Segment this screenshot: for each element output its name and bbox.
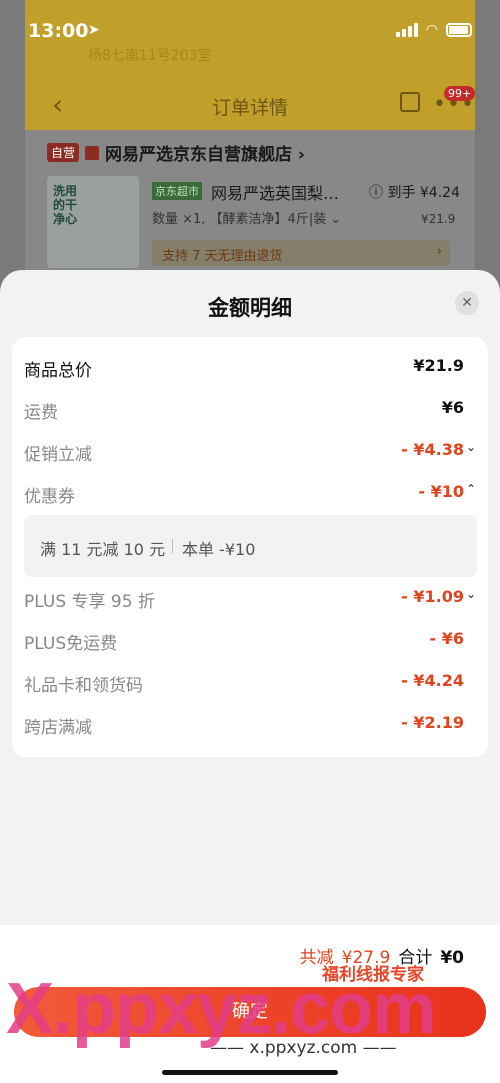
row-value: - ¥1.09 [401,587,464,606]
row-value: - ¥4.38 [401,440,464,459]
divider [172,539,173,553]
total-value: ¥0 [440,948,464,968]
product-title[interactable]: 网易严选英国梨… [211,180,339,204]
row-coupon[interactable]: 优惠券 - ¥10 ⌃ [24,477,476,507]
row-gift-card: 礼品卡和领货码 - ¥4.24 [24,666,464,696]
row-label: 运费 [24,403,58,423]
row-value: - ¥4.24 [401,671,464,690]
row-goods-total: 商品总价 ¥21.9 [24,351,464,381]
chevron-up-icon: ⌃ [465,482,476,496]
jd-supermarket-tag: 京东超市 [152,182,202,200]
product-unit-price: ¥21.9 [421,212,456,226]
location-arrow-icon: ➤ [88,22,100,38]
chart-bars-icon [85,145,100,160]
row-label: 礼品卡和领货码 [24,676,143,696]
row-label: 优惠券 [24,487,75,507]
row-label: 商品总价 [24,361,92,381]
sheet-title: 金额明细 [208,296,292,320]
status-icons: ◠ [395,22,472,38]
product-quantity[interactable]: 数量 ×1, 【酵素洁净】4斤|装 ⌄ [152,208,341,227]
row-label: PLUS 专享 95 折 [24,592,155,612]
watermark-url: —— x.ppxyz.com —— [210,1038,397,1058]
product-final-price: ⓘ 到手 ¥4.24 [369,185,460,201]
row-label: PLUS免运费 [24,634,118,654]
status-time: 13:00 [28,20,89,42]
home-indicator [162,1070,338,1075]
row-value: - ¥6 [429,629,464,648]
coupon-applied: 本单 -¥10 [182,540,256,559]
notification-badge: 99+ [444,86,476,101]
chevron-down-icon: ⌄ [465,587,476,601]
row-cross-store: 跨店满减 - ¥2.19 [24,708,464,738]
return-policy-text: 支持 7 天无理由退货 [162,249,283,264]
coupon-condition: 满 11 元减 10 元 [40,540,166,559]
row-value: - ¥2.19 [401,713,464,732]
nav-title: 订单详情 [211,97,288,119]
wifi-icon: ◠ [425,22,438,38]
row-plus-discount[interactable]: PLUS 专享 95 折 - ¥1.09 ⌄ [24,582,476,612]
self-operated-tag: 自营 [47,143,80,162]
coupon-detail: 满 11 元减 10 元 本单 -¥10 [24,515,477,577]
return-policy-bar[interactable]: 支持 7 天无理由退货 › [152,240,450,266]
product-image-text: 洗用的干净心 [53,184,78,226]
row-label: 跨店满减 [24,718,92,738]
close-icon[interactable]: ✕ [455,291,479,315]
row-value: ¥6 [441,398,464,417]
row-label: 促销立减 [24,445,92,465]
row-promotion[interactable]: 促销立减 - ¥4.38 ⌄ [24,435,476,465]
product-image[interactable]: 洗用的干净心 [47,176,139,268]
chevron-right-icon: › [436,244,442,259]
status-bar: 13:00 ➤ ◠ [0,0,500,60]
row-plus-free-shipping: PLUS免运费 - ¥6 [24,624,464,654]
signal-icon [395,23,418,37]
row-value: ¥21.9 [413,356,464,375]
store-name: 网易严选京东自营旗舰店 › [105,145,305,165]
chevron-down-icon: ⌄ [465,440,476,454]
share-icon[interactable] [400,92,420,112]
battery-icon [446,23,472,37]
amount-detail-card: 商品总价 ¥21.9 运费 ¥6 促销立减 - ¥4.38 ⌄ 优惠券 - ¥1… [12,337,488,757]
row-value: - ¥10 [418,482,464,501]
store-row[interactable]: 自营 网易严选京东自营旗舰店 › [47,140,305,165]
row-shipping: 运费 ¥6 [24,393,464,423]
